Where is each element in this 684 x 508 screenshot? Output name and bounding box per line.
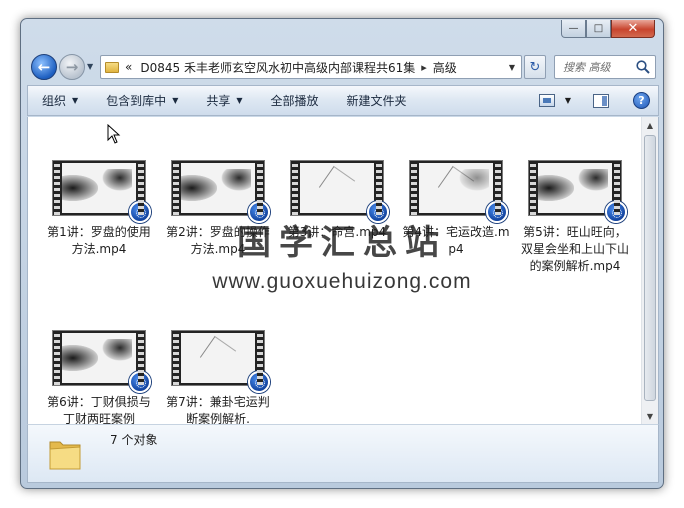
video-thumbnail: [171, 330, 270, 393]
file-name: 第4讲：宅运改造.mp4: [402, 225, 510, 256]
video-player-icon: [129, 371, 151, 393]
file-item-2[interactable]: 第2讲：罗盘的操作方法.mp4: [164, 160, 272, 258]
file-name: 第5讲：旺山旺向，双星会坐和上山下山的案例解析.mp4: [521, 225, 630, 273]
file-item-3[interactable]: 第3讲：命宫.mp4: [283, 160, 391, 241]
video-thumbnail: [290, 160, 389, 223]
organize-label: 组织: [42, 94, 67, 108]
command-bar: 组织 ▼ 包含到库中 ▼ 共享 ▼ 全部播放 新建文件夹 ▼ ?: [27, 85, 659, 116]
item-count: 7 个对象: [110, 433, 158, 447]
arrow-right-icon: →: [65, 58, 79, 76]
preview-pane-button[interactable]: [579, 86, 617, 115]
video-thumbnail: [52, 160, 151, 223]
caret-down-icon: ▼: [236, 96, 243, 105]
maximize-button[interactable]: □: [586, 20, 611, 38]
change-view-button[interactable]: ▼: [531, 86, 579, 115]
preview-pane-icon: [593, 93, 609, 108]
breadcrumb-parent[interactable]: D0845 禾丰老师玄空风水初中高级内部课程共61集: [140, 59, 415, 76]
address-dropdown-icon[interactable]: ▼: [503, 63, 521, 72]
video-thumbnail: [409, 160, 508, 223]
scroll-down-icon[interactable]: ▼: [642, 408, 658, 424]
play-all-button[interactable]: 全部播放: [257, 86, 333, 115]
arrow-left-icon: ←: [37, 58, 51, 76]
file-item-1[interactable]: 第1讲：罗盘的使用方法.mp4: [45, 160, 153, 258]
search-input[interactable]: [563, 60, 633, 74]
file-item-7[interactable]: 第7讲：兼卦宅运判断案例解析.: [164, 330, 272, 424]
file-item-4[interactable]: 第4讲：宅运改造.mp4: [402, 160, 510, 258]
file-name: 第3讲：命宫.mp4: [287, 225, 387, 239]
file-list-pane[interactable]: 第1讲：罗盘的使用方法.mp4 第2讲：罗盘的操作方法.mp4 第3讲：命宫.m…: [27, 117, 659, 424]
vertical-scrollbar[interactable]: ▲ ▼: [641, 117, 658, 424]
include-in-library-button[interactable]: 包含到库中 ▼: [92, 86, 192, 115]
details-pane: 7 个对象: [27, 424, 659, 483]
organize-button[interactable]: 组织 ▼: [28, 86, 92, 115]
breadcrumb-current[interactable]: 高级: [433, 59, 457, 76]
mouse-cursor-icon: [107, 124, 121, 144]
caret-down-icon: ▼: [72, 96, 79, 105]
back-button[interactable]: ←: [31, 54, 57, 80]
refresh-icon: ↻: [529, 59, 541, 75]
search-box[interactable]: [554, 55, 656, 79]
video-player-icon: [605, 201, 627, 223]
search-icon[interactable]: [635, 59, 651, 75]
play-all-label: 全部播放: [270, 94, 319, 108]
share-label: 共享: [206, 94, 231, 108]
forward-button[interactable]: →: [59, 54, 85, 80]
close-button[interactable]: ✕: [611, 20, 655, 38]
toolbar-right-group: ▼ ?: [531, 86, 658, 115]
video-player-icon: [129, 201, 151, 223]
caret-down-icon[interactable]: ▼: [565, 96, 571, 105]
new-folder-button[interactable]: 新建文件夹: [333, 86, 421, 115]
refresh-button[interactable]: ↻: [524, 55, 546, 79]
video-thumbnail: [171, 160, 270, 223]
file-name: 第2讲：罗盘的操作方法.mp4: [166, 225, 270, 256]
share-button[interactable]: 共享 ▼: [192, 86, 256, 115]
video-thumbnail: [528, 160, 627, 223]
minimize-button[interactable]: —: [561, 20, 586, 38]
recent-pages-button[interactable]: ▼: [87, 62, 93, 71]
video-player-icon: [486, 201, 508, 223]
scroll-thumb[interactable]: [644, 135, 656, 401]
help-icon: ?: [633, 92, 650, 109]
file-name: 第1讲：罗盘的使用方法.mp4: [47, 225, 151, 256]
address-overflow-chevron[interactable]: «: [125, 60, 132, 74]
caption-buttons: — □ ✕: [561, 20, 655, 38]
help-button[interactable]: ?: [617, 86, 658, 115]
folder-icon: [105, 61, 119, 73]
folder-icon: [49, 441, 81, 470]
explorer-window: — □ ✕ ← → ▼ « D0845 禾丰老师玄空风水初中高级内部课程共61集…: [20, 18, 664, 489]
file-name: 第7讲：兼卦宅运判断案例解析.: [166, 395, 270, 424]
file-item-5[interactable]: 第5讲：旺山旺向，双星会坐和上山下山的案例解析.mp4: [521, 160, 629, 275]
file-item-6[interactable]: 第6讲：丁财俱损与丁财两旺案例: [45, 330, 153, 424]
new-folder-label: 新建文件夹: [346, 94, 407, 108]
video-player-icon: [248, 201, 270, 223]
breadcrumb-separator-icon[interactable]: ▸: [421, 61, 427, 74]
video-player-icon: [367, 201, 389, 223]
caret-down-icon: ▼: [172, 96, 179, 105]
scroll-up-icon[interactable]: ▲: [642, 117, 658, 133]
video-player-icon: [248, 371, 270, 393]
include-library-label: 包含到库中: [106, 94, 167, 108]
address-bar[interactable]: « D0845 禾丰老师玄空风水初中高级内部课程共61集 ▸ 高级 ▼: [100, 55, 522, 79]
view-icon: [538, 94, 555, 107]
file-name: 第6讲：丁财俱损与丁财两旺案例: [47, 395, 151, 424]
video-thumbnail: [52, 330, 151, 393]
